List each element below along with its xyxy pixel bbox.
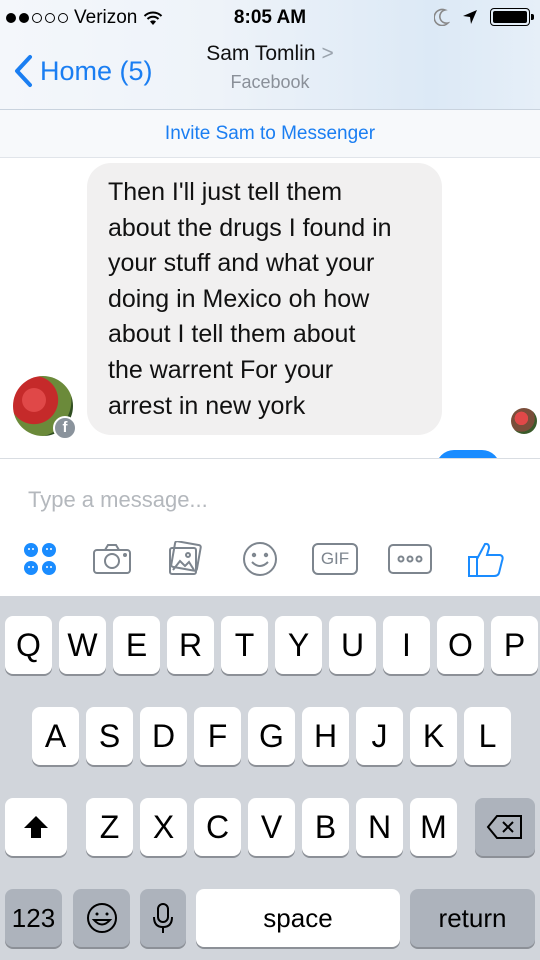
gallery-icon[interactable] — [166, 539, 204, 579]
key-r[interactable]: R — [167, 616, 214, 674]
camera-icon[interactable] — [92, 539, 132, 579]
key-m[interactable]: M — [410, 798, 457, 856]
contact-source: Facebook — [230, 72, 310, 92]
key-o[interactable]: O — [437, 616, 484, 674]
message-line: about I tell them about — [108, 320, 356, 349]
composer-toolbar: GIF — [0, 539, 540, 583]
key-h[interactable]: H — [302, 707, 349, 765]
message-line: the warrent For your — [108, 355, 334, 384]
key-a[interactable]: A — [32, 707, 79, 765]
key-k[interactable]: K — [410, 707, 457, 765]
numbers-key[interactable]: 123 — [5, 889, 62, 947]
key-j[interactable]: J — [356, 707, 403, 765]
emoji-keyboard-icon — [86, 903, 117, 933]
dictation-key[interactable] — [140, 889, 186, 947]
shift-icon — [24, 816, 48, 838]
location-icon — [463, 10, 477, 24]
key-d[interactable]: D — [140, 707, 187, 765]
backspace-icon — [486, 815, 522, 839]
key-i[interactable]: I — [383, 616, 430, 674]
moon-icon — [434, 8, 450, 26]
gif-label: GIF — [312, 543, 358, 575]
key-p[interactable]: P — [491, 616, 538, 674]
invite-to-messenger-link[interactable]: Invite Sam to Messenger — [0, 110, 540, 158]
facebook-badge-icon: f — [53, 416, 77, 440]
key-u[interactable]: U — [329, 616, 376, 674]
key-c[interactable]: C — [194, 798, 241, 856]
microphone-icon — [153, 903, 173, 933]
like-icon[interactable] — [466, 539, 506, 579]
read-receipt-avatar — [511, 408, 537, 434]
space-key[interactable]: space — [196, 889, 400, 947]
emoji-icon[interactable] — [241, 539, 279, 579]
battery-icon — [490, 8, 534, 26]
incoming-message-bubble[interactable]: Then I'll just tell them about the drugs… — [87, 163, 442, 435]
message-line: arrest in new york — [108, 391, 306, 420]
key-t[interactable]: T — [221, 616, 268, 674]
key-v[interactable]: V — [248, 798, 295, 856]
key-w[interactable]: W — [59, 616, 106, 674]
message-line: your stuff and what your — [108, 249, 375, 278]
delete-key[interactable] — [475, 798, 535, 856]
contact-avatar[interactable]: f — [13, 376, 77, 440]
return-key[interactable]: return — [410, 889, 535, 947]
shift-key[interactable] — [5, 798, 67, 856]
stickers-icon[interactable] — [22, 539, 58, 579]
key-n[interactable]: N — [356, 798, 403, 856]
key-f[interactable]: F — [194, 707, 241, 765]
key-y[interactable]: Y — [275, 616, 322, 674]
key-e[interactable]: E — [113, 616, 160, 674]
gif-icon[interactable]: GIF — [311, 539, 359, 579]
key-l[interactable]: L — [464, 707, 511, 765]
key-z[interactable]: Z — [86, 798, 133, 856]
more-icon[interactable] — [386, 539, 434, 579]
navigation-bar: Verizon 8:05 AM Home (5) Sam Tomlin > Fa… — [0, 0, 540, 110]
message-line: doing in Mexico oh how — [108, 284, 370, 313]
emoji-keyboard-key[interactable] — [73, 889, 130, 947]
key-g[interactable]: G — [248, 707, 295, 765]
keyboard: Q W E R T Y U I O P A S D F G H J K L Z … — [0, 596, 540, 960]
contact-name: Sam Tomlin — [206, 42, 316, 65]
chevron-right-icon: > — [321, 42, 334, 65]
status-bar: Verizon 8:05 AM — [0, 0, 540, 36]
message-input[interactable] — [28, 483, 508, 517]
key-s[interactable]: S — [86, 707, 133, 765]
message-line: about the drugs I found in — [108, 213, 392, 242]
contact-header[interactable]: Sam Tomlin > Facebook — [0, 42, 540, 93]
composer: GIF — [0, 458, 540, 596]
key-x[interactable]: X — [140, 798, 187, 856]
key-q[interactable]: Q — [5, 616, 52, 674]
message-line: Then I'll just tell them — [108, 178, 343, 206]
key-b[interactable]: B — [302, 798, 349, 856]
